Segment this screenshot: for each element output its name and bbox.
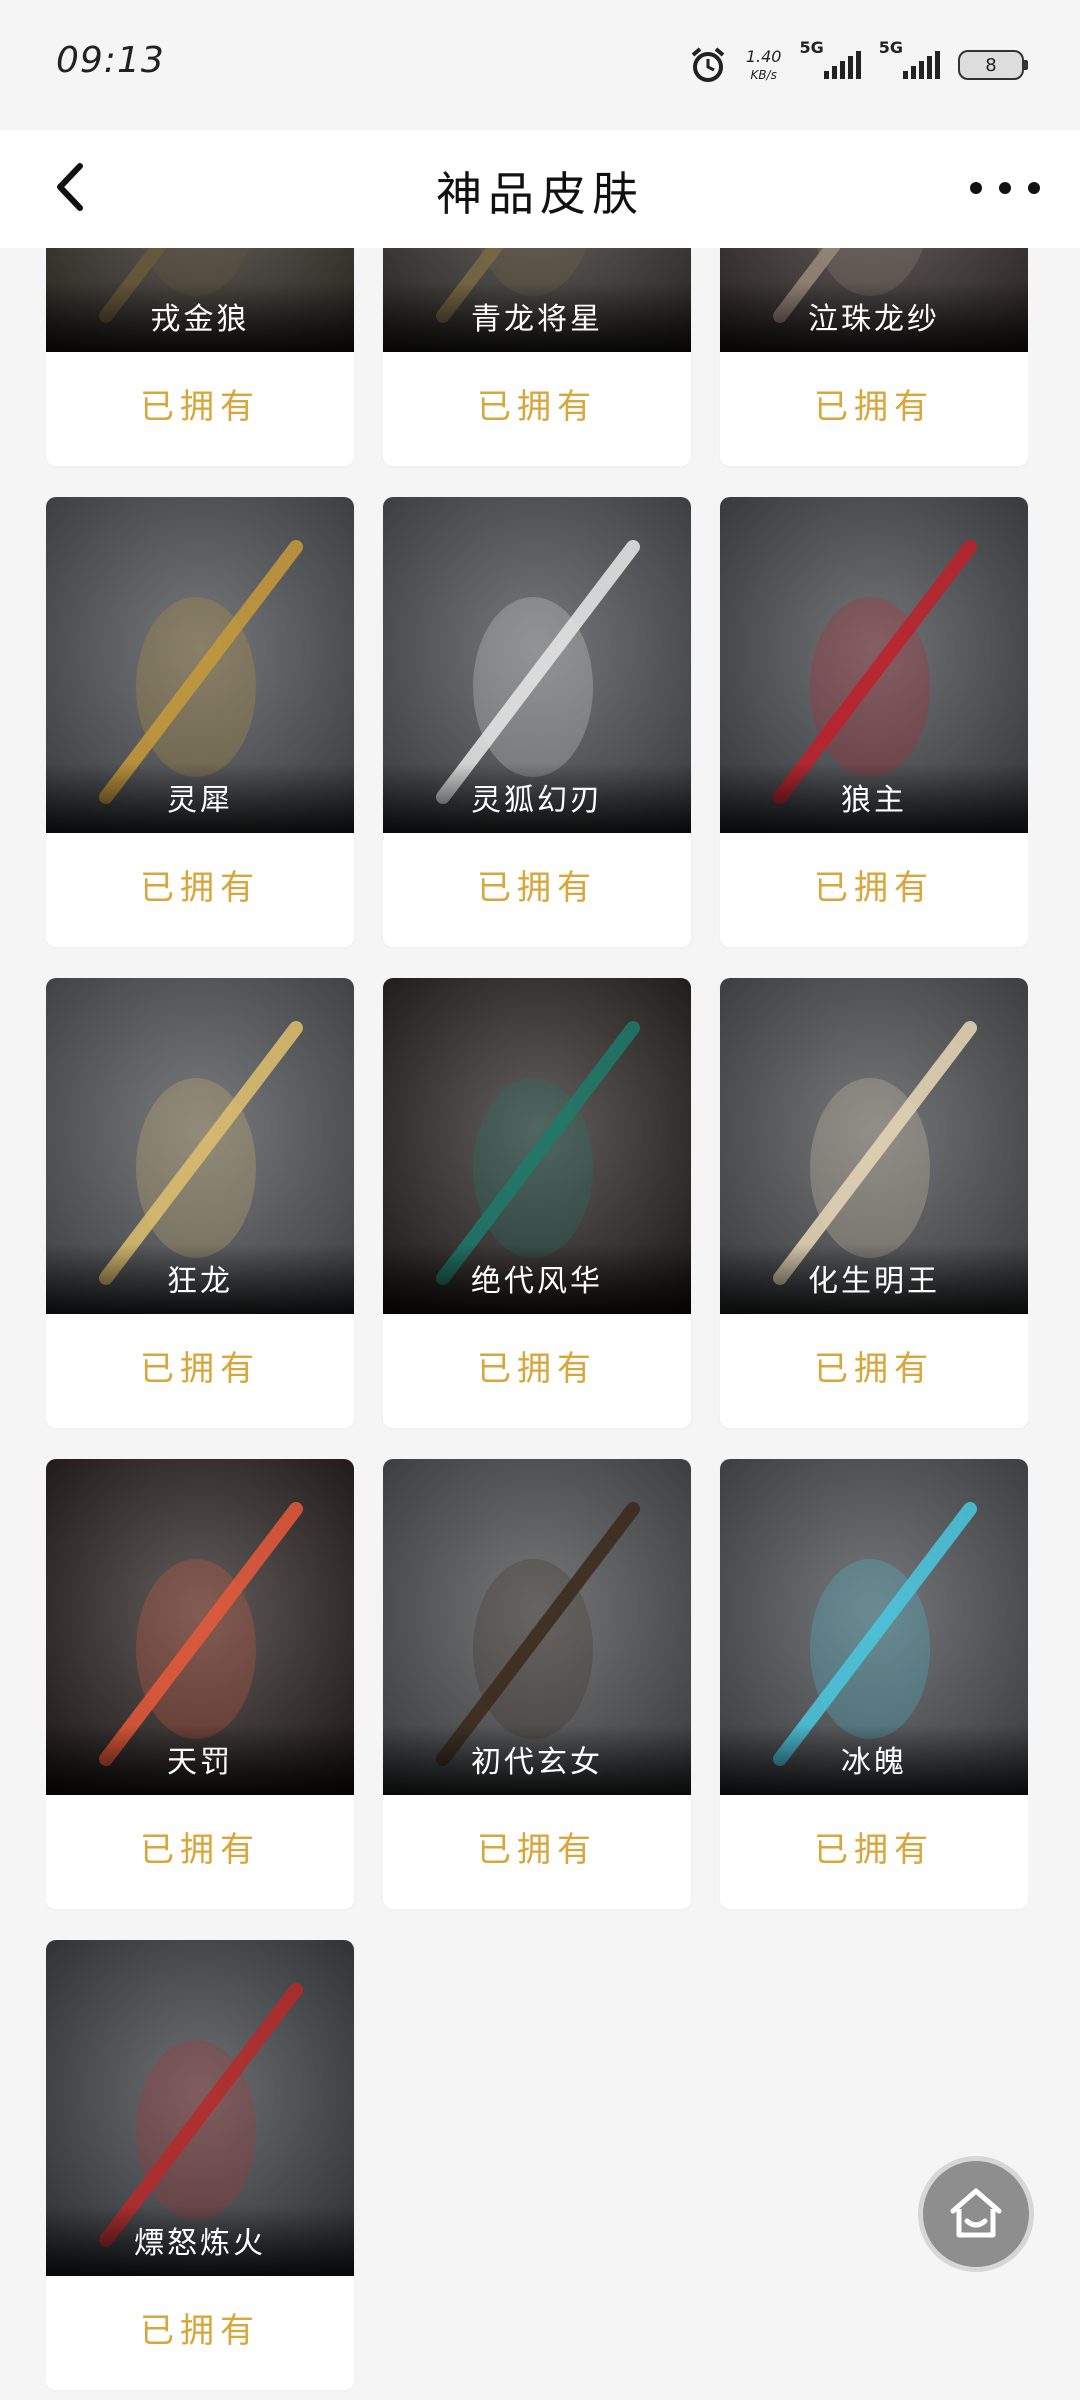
skin-card[interactable]: 戎金狼 已拥有 bbox=[46, 248, 354, 466]
skin-name: 泣珠龙纱 bbox=[808, 302, 940, 337]
app-header: 神品皮肤 bbox=[0, 130, 1080, 248]
signal-bars-icon bbox=[823, 51, 861, 79]
more-dot bbox=[970, 182, 982, 194]
skin-image: 化生明王 bbox=[720, 978, 1028, 1314]
home-icon bbox=[950, 2188, 1002, 2238]
skin-name: 天罚 bbox=[167, 1745, 233, 1780]
skin-image: 泣珠龙纱 bbox=[720, 248, 1028, 352]
skin-card[interactable]: 熛怒炼火 已拥有 bbox=[46, 1940, 354, 2390]
skin-name: 戎金狼 bbox=[150, 302, 250, 337]
sim2-label: 5G bbox=[878, 38, 903, 57]
skin-card[interactable]: 初代玄女 已拥有 bbox=[383, 1459, 691, 1909]
skin-card[interactable]: 天罚 已拥有 bbox=[46, 1459, 354, 1909]
skin-name: 狼主 bbox=[841, 783, 907, 818]
owned-status: 已拥有 bbox=[477, 1349, 597, 1389]
status-bar: 09:13 1.40 KB/s 5G 5G 8 bbox=[0, 0, 1080, 130]
skin-card[interactable]: 青龙将星 已拥有 bbox=[383, 248, 691, 466]
skin-card[interactable]: 化生明王 已拥有 bbox=[720, 978, 1028, 1428]
skin-image: 青龙将星 bbox=[383, 248, 691, 352]
network-speed-value: 1.40 bbox=[745, 47, 782, 66]
skin-name: 熛怒炼火 bbox=[134, 2226, 266, 2261]
skin-name: 狂龙 bbox=[167, 1264, 233, 1299]
signal-bars-icon bbox=[903, 51, 940, 79]
network-speed-unit: KB/s bbox=[750, 68, 777, 82]
skin-name: 初代玄女 bbox=[471, 1745, 603, 1780]
skin-image: 戎金狼 bbox=[46, 248, 354, 352]
owned-status: 已拥有 bbox=[814, 387, 934, 427]
skin-image: 灵狐幻刃 bbox=[383, 497, 691, 833]
alarm-icon bbox=[688, 45, 728, 85]
skin-name: 灵犀 bbox=[167, 783, 233, 818]
skin-card[interactable]: 灵犀 已拥有 bbox=[46, 497, 354, 947]
network-speed: 1.40 KB/s bbox=[745, 47, 782, 82]
owned-status: 已拥有 bbox=[814, 1349, 934, 1389]
skin-image: 绝代风华 bbox=[383, 978, 691, 1314]
battery-icon: 8 bbox=[958, 50, 1028, 80]
skin-name: 冰魄 bbox=[841, 1745, 907, 1780]
skin-image: 熛怒炼火 bbox=[46, 1940, 354, 2276]
owned-status: 已拥有 bbox=[814, 868, 934, 908]
skin-card[interactable]: 冰魄 已拥有 bbox=[720, 1459, 1028, 1909]
skin-card[interactable]: 灵狐幻刃 已拥有 bbox=[383, 497, 691, 947]
skin-name: 化生明王 bbox=[808, 1264, 940, 1299]
owned-status: 已拥有 bbox=[140, 1830, 260, 1870]
owned-status: 已拥有 bbox=[477, 387, 597, 427]
skin-card[interactable]: 狼主 已拥有 bbox=[720, 497, 1028, 947]
signal-sim1: 5G bbox=[799, 38, 861, 79]
skin-image: 灵犀 bbox=[46, 497, 354, 833]
page-title: 神品皮肤 bbox=[436, 167, 644, 221]
skin-card[interactable]: 泣珠龙纱 已拥有 bbox=[720, 248, 1028, 466]
more-options-button[interactable] bbox=[970, 168, 1040, 208]
sim1-label: 5G bbox=[799, 38, 824, 57]
skin-image: 天罚 bbox=[46, 1459, 354, 1795]
skin-image: 狂龙 bbox=[46, 978, 354, 1314]
owned-status: 已拥有 bbox=[140, 2311, 260, 2351]
skin-image: 狼主 bbox=[720, 497, 1028, 833]
more-dot bbox=[999, 182, 1011, 194]
signal-sim2: 5G bbox=[879, 38, 940, 79]
skin-name: 绝代风华 bbox=[471, 1264, 603, 1299]
skin-grid: 戎金狼 已拥有 青龙将星 已拥有 泣珠龙纱 已拥有 灵犀 已拥有 灵狐幻刃 已拥有 狼主 已拥有 狂龙已… bbox=[46, 248, 1028, 2400]
status-icons: 1.40 KB/s 5G 5G 8 bbox=[688, 38, 1028, 90]
owned-status: 已拥有 bbox=[140, 1349, 260, 1389]
home-button[interactable] bbox=[918, 2156, 1034, 2272]
battery-level: 8 bbox=[985, 54, 997, 76]
owned-status: 已拥有 bbox=[814, 1830, 934, 1870]
skin-image: 冰魄 bbox=[720, 1459, 1028, 1795]
owned-status: 已拥有 bbox=[477, 1830, 597, 1870]
status-time: 09:13 bbox=[56, 40, 165, 81]
skin-name: 灵狐幻刃 bbox=[471, 783, 603, 818]
owned-status: 已拥有 bbox=[477, 868, 597, 908]
skin-name: 青龙将星 bbox=[471, 302, 603, 337]
owned-status: 已拥有 bbox=[140, 387, 260, 427]
skin-image: 初代玄女 bbox=[383, 1459, 691, 1795]
owned-status: 已拥有 bbox=[140, 868, 260, 908]
more-dot bbox=[1028, 182, 1040, 194]
skin-card[interactable]: 绝代风华 已拥有 bbox=[383, 978, 691, 1428]
skin-card[interactable]: 狂龙 已拥有 bbox=[46, 978, 354, 1428]
